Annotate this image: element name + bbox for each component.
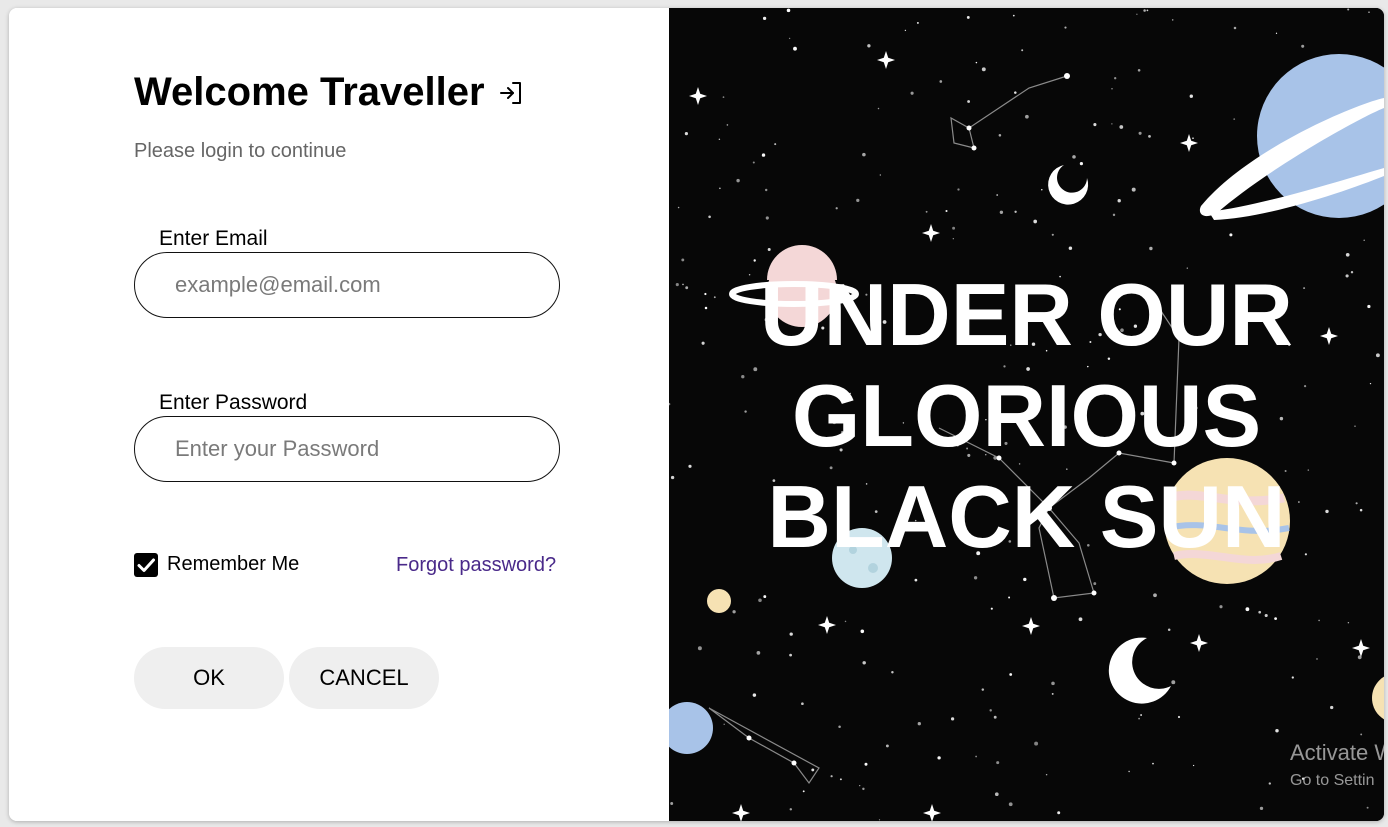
banner-line-2: GLORIOUS <box>791 366 1262 465</box>
checkmark-icon <box>137 558 155 572</box>
page-subtitle: Please login to continue <box>134 140 347 162</box>
banner-line-1: UNDER OUR <box>760 265 1293 364</box>
email-field[interactable] <box>134 252 560 318</box>
banner-headline: UNDER OUR GLORIOUS BLACK SUN <box>669 264 1384 567</box>
remember-me-checkbox[interactable] <box>134 553 158 577</box>
password-label: Enter Password <box>159 391 308 414</box>
activation-watermark: Activate W Go to Settin <box>1290 740 1384 790</box>
login-panel: Welcome Traveller Please login to contin… <box>9 8 669 821</box>
planet-small-yellow <box>707 589 731 613</box>
remember-me-label[interactable]: Remember Me <box>167 553 299 576</box>
password-field[interactable] <box>134 416 560 482</box>
forgot-password-link[interactable]: Forgot password? <box>396 554 556 577</box>
banner-line-3: BLACK SUN <box>767 467 1286 566</box>
cancel-button[interactable]: CANCEL <box>289 647 439 709</box>
space-banner: UNDER OUR GLORIOUS BLACK SUN Activate W … <box>669 8 1384 821</box>
login-arrow-icon <box>498 80 524 106</box>
watermark-title: Activate W <box>1290 740 1384 765</box>
watermark-subtitle: Go to Settin <box>1290 772 1375 789</box>
email-label: Enter Email <box>159 227 268 250</box>
page-title: Welcome Traveller <box>134 70 485 114</box>
ok-button[interactable]: OK <box>134 647 284 709</box>
login-card: Welcome Traveller Please login to contin… <box>9 8 1384 821</box>
